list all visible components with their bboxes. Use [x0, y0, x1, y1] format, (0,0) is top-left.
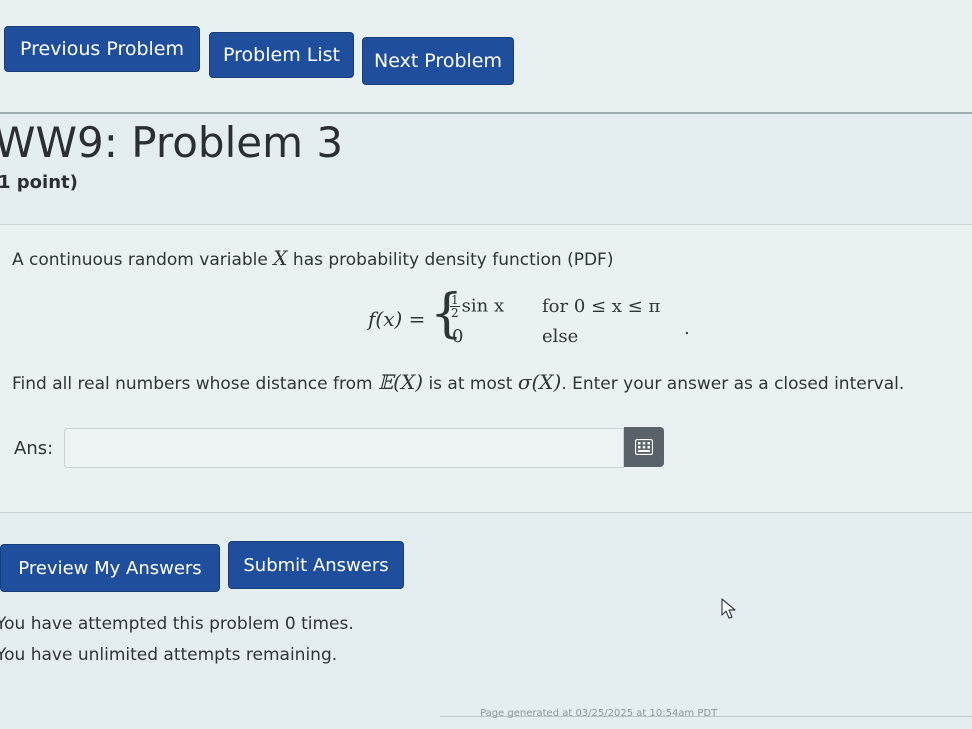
formula-case1-expression: 1 2 sin x [450, 294, 504, 319]
answer-label: Ans: [14, 438, 54, 459]
formula-period: . [684, 318, 690, 339]
formula-fraction: 1 2 [450, 294, 460, 319]
statement-variable: X [273, 246, 288, 270]
page-title: WW9: Problem 3 [0, 118, 344, 167]
previous-problem-button[interactable]: Previous Problem [4, 26, 200, 72]
formula-case1-condition: for 0 ≤ x ≤ π [542, 296, 661, 317]
case1-expression-text: sin x [461, 295, 505, 317]
problem-points: 1 point) [0, 172, 78, 193]
equation-editor-button[interactable] [624, 427, 664, 467]
formula-case2-condition: else [542, 326, 579, 347]
question-mid: is at most [428, 374, 513, 394]
attempts-remaining-text: You have unlimited attempts remaining. [0, 645, 338, 665]
question-expectation: 𝔼(X) [377, 370, 424, 394]
question-suffix: . Enter your answer as a closed interval… [561, 374, 905, 394]
question-prefix: Find all real numbers whose distance fro… [12, 374, 373, 394]
preview-answers-button[interactable]: Preview My Answers [0, 544, 220, 592]
pdf-formula: f(x) = { 1 2 sin x for 0 ≤ x ≤ π 0 else … [366, 288, 696, 352]
mouse-cursor-icon [720, 598, 738, 624]
problem-question: Find all real numbers whose distance fro… [12, 370, 904, 394]
attempts-count-text: You have attempted this problem 0 times. [0, 614, 354, 634]
keypad-icon [635, 439, 653, 455]
statement-suffix: has probability density function (PDF) [292, 250, 614, 270]
divider [0, 512, 972, 513]
next-problem-button[interactable]: Next Problem [362, 37, 514, 85]
problem-statement: A continuous random variable X has proba… [12, 246, 613, 270]
fraction-denominator: 2 [451, 306, 459, 320]
statement-prefix: A continuous random variable [12, 250, 268, 270]
submit-answers-button[interactable]: Submit Answers [228, 541, 404, 589]
page-generated-text: Page generated at 03/25/2025 at 10:54am … [480, 708, 718, 719]
problem-list-button[interactable]: Problem List [209, 32, 354, 78]
answer-input[interactable] [64, 428, 624, 468]
formula-lhs: f(x) = [368, 307, 426, 331]
formula-case2-expression: 0 [452, 326, 464, 347]
question-sigma: σ(X) [517, 370, 562, 394]
